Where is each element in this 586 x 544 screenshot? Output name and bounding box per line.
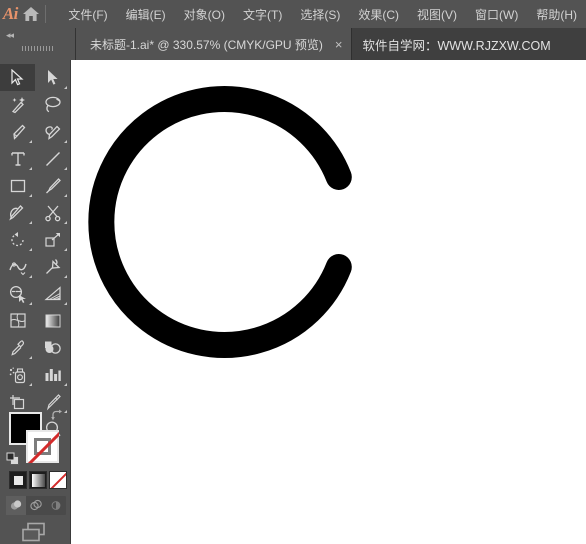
menu-item-view[interactable]: 视图(V) [408, 2, 466, 27]
illustrator-window: Ai 文件(F) 编辑(E) 对象(O) 文字(T) 选择(S) 效果(C) 视… [0, 0, 586, 544]
pen-tool[interactable] [0, 118, 35, 145]
type-tool[interactable] [0, 145, 35, 172]
width-tool[interactable] [0, 253, 35, 280]
tool-flyout-indicator [29, 248, 32, 251]
stroke-none-slash-icon [26, 430, 59, 463]
tool-flyout-indicator [29, 356, 32, 359]
tool-flyout-indicator [29, 383, 32, 386]
menu-item-edit[interactable]: 编辑(E) [117, 2, 175, 27]
draw-behind-button[interactable] [26, 496, 46, 515]
mesh-tool[interactable] [0, 307, 35, 334]
menu-divider [44, 5, 46, 23]
none-mode-button[interactable] [49, 471, 67, 489]
tools-panel [0, 60, 71, 544]
menu-item-help[interactable]: 帮助(H) [527, 2, 586, 27]
document-tab[interactable]: 未标题-1.ai* @ 330.57% (CMYK/GPU 预览) × [76, 28, 352, 60]
draw-normal-button[interactable] [6, 496, 26, 515]
tool-flyout-indicator [64, 383, 67, 386]
stroke-swatch[interactable] [26, 430, 59, 463]
scissors-tool[interactable] [35, 199, 70, 226]
draw-inside-button[interactable] [46, 496, 66, 515]
line-segment-tool[interactable] [35, 145, 70, 172]
swap-fill-stroke-icon[interactable] [50, 409, 64, 423]
tool-flyout-indicator [29, 302, 32, 305]
shape-builder-tool[interactable] [0, 280, 35, 307]
eyedropper-tool[interactable] [0, 334, 35, 361]
rotate-tool[interactable] [0, 226, 35, 253]
symbol-sprayer-tool[interactable] [0, 361, 35, 388]
scale-tool[interactable] [35, 226, 70, 253]
menu-item-type[interactable]: 文字(T) [234, 2, 291, 27]
tool-flyout-indicator [64, 167, 67, 170]
tool-flyout-indicator [29, 194, 32, 197]
menu-item-file[interactable]: 文件(F) [59, 2, 116, 27]
draw-inside-icon [51, 501, 61, 510]
lasso-tool[interactable] [35, 91, 70, 118]
change-screen-mode-button[interactable] [0, 520, 70, 544]
menu-item-select[interactable]: 选择(S) [291, 2, 349, 27]
solid-color-icon [13, 475, 23, 485]
menu-item-list: 文件(F) 编辑(E) 对象(O) 文字(T) 选择(S) 效果(C) 视图(V… [59, 2, 586, 27]
gradient-mode-button[interactable] [29, 471, 47, 489]
c-shape-arc-path [88, 86, 352, 358]
tool-flyout-indicator [64, 275, 67, 278]
direct-selection-tool[interactable] [35, 64, 70, 91]
default-fill-stroke-icon[interactable] [6, 452, 20, 466]
rectangle-tool[interactable] [0, 172, 35, 199]
artwork-layer [88, 86, 352, 358]
tool-flyout-indicator [29, 221, 32, 224]
watermark-text: 软件自学网：WWW.RJZXW.COM [351, 28, 586, 60]
home-icon[interactable] [21, 0, 41, 28]
menu-item-object[interactable]: 对象(O) [175, 2, 234, 27]
document-canvas[interactable] [71, 60, 586, 544]
tool-flyout-indicator [64, 221, 67, 224]
color-controls [0, 408, 70, 544]
blend-tool[interactable] [35, 334, 70, 361]
tool-flyout-indicator [64, 248, 67, 251]
app-logo: Ai [2, 4, 19, 23]
color-mode-button[interactable] [9, 471, 27, 489]
tool-flyout-indicator [64, 140, 67, 143]
close-icon[interactable]: × [335, 38, 343, 51]
tool-flyout-indicator [29, 140, 32, 143]
menu-item-window[interactable]: 窗口(W) [466, 2, 527, 27]
tool-flyout-indicator [64, 86, 67, 89]
tool-flyout-indicator [64, 194, 67, 197]
curvature-tool[interactable] [35, 118, 70, 145]
selection-tool[interactable] [0, 64, 35, 91]
shaper-tool[interactable] [0, 199, 35, 226]
perspective-grid-tool[interactable] [35, 280, 70, 307]
tool-flyout-indicator [29, 275, 32, 278]
menu-bar: Ai 文件(F) 编辑(E) 对象(O) 文字(T) 选择(S) 效果(C) 视… [0, 0, 586, 28]
magic-wand-tool[interactable] [0, 91, 35, 118]
color-mode-row [9, 471, 67, 489]
paintbrush-tool[interactable] [35, 172, 70, 199]
menu-item-effect[interactable]: 效果(C) [349, 2, 408, 27]
tool-flyout-indicator [29, 167, 32, 170]
toolbar-collapse-header[interactable]: ◂◂ [0, 28, 76, 60]
screen-mode-icon [22, 522, 45, 542]
double-chevron-left-icon[interactable]: ◂◂ [6, 31, 14, 40]
document-tab-title: 未标题-1.ai* @ 330.57% (CMYK/GPU 预览) [90, 37, 323, 52]
tool-flyout-indicator [64, 302, 67, 305]
free-transform-tool[interactable] [35, 253, 70, 280]
draw-behind-icon [30, 499, 42, 511]
document-tab-bar: ◂◂ 未标题-1.ai* @ 330.57% (CMYK/GPU 预览) × 软… [0, 28, 586, 60]
toolbar-drag-grip[interactable] [21, 46, 54, 51]
column-graph-tool[interactable] [35, 361, 70, 388]
draw-mode-row [6, 496, 66, 515]
draw-normal-icon [10, 500, 22, 510]
gradient-swatch-icon [31, 473, 45, 487]
gradient-tool[interactable] [35, 307, 70, 334]
tool-grid [0, 64, 70, 442]
